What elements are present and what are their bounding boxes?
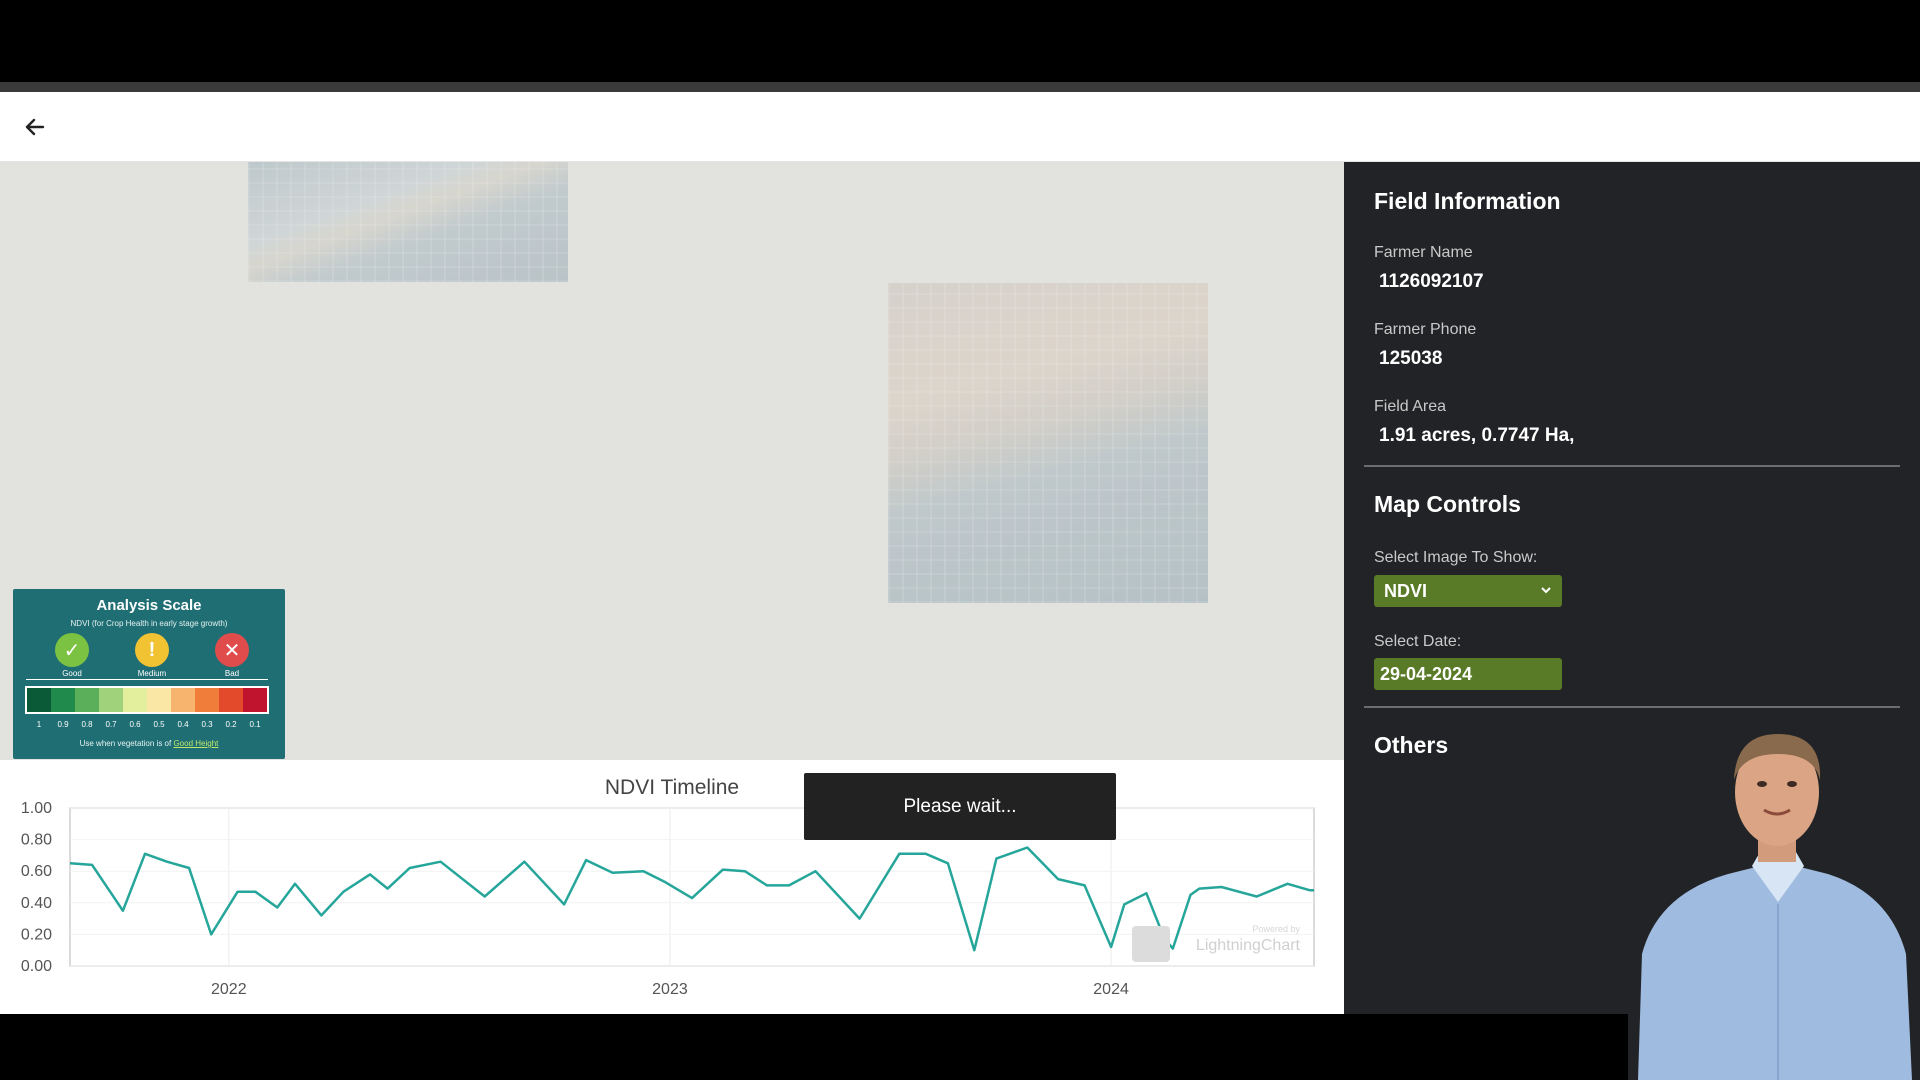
scale-swatch: [243, 688, 267, 712]
image-type-select[interactable]: NDVI: [1374, 575, 1562, 607]
scale-tick-label: 0.3: [201, 720, 213, 729]
ndvi-timeline-chart: NDVI Timeline 2022 2023 2024 1.00 0.80 0.60 0.…: [0, 760, 1344, 1014]
divider: [1364, 706, 1900, 708]
farmer-name-value: 1126092107: [1379, 271, 1484, 292]
scale-swatch: [195, 688, 219, 712]
scale-swatch: [171, 688, 195, 712]
medium-label: Medium: [137, 669, 167, 678]
arrow-left-icon: [25, 118, 45, 136]
satellite-tile: [248, 162, 568, 282]
video-top-bar: [0, 0, 1920, 82]
scale-tick-label: 0.8: [81, 720, 93, 729]
close-icon: ✕: [215, 633, 249, 667]
watermark-prefix: Powered by: [1252, 924, 1300, 934]
x-tick-label: 2023: [652, 981, 688, 998]
scale-swatch: [51, 688, 75, 712]
satellite-tile: [888, 283, 1208, 603]
y-tick-label: 0.40: [21, 895, 52, 912]
analysis-scale-legend: Analysis Scale NDVI (for Crop Health in …: [13, 589, 285, 759]
analysis-scale-title: Analysis Scale: [96, 597, 202, 614]
x-tick-label: 2022: [211, 981, 247, 998]
loading-toast: Please wait...: [804, 773, 1116, 840]
good-label: Good: [62, 669, 82, 678]
scale-tick-label: 0.6: [129, 720, 141, 729]
y-tick-label: 0.80: [21, 832, 52, 849]
back-button[interactable]: [18, 110, 52, 144]
select-date-label: Select Date:: [1374, 633, 1462, 650]
y-tick-label: 1.00: [21, 800, 52, 817]
app-header: [0, 92, 1920, 162]
scale-axis: [26, 679, 268, 680]
scale-swatch: [147, 688, 171, 712]
field-information-title: Field Information: [1374, 188, 1561, 214]
watermark-logo-icon: [1132, 926, 1170, 962]
scale-tick-label: 1: [36, 720, 42, 729]
divider: [1364, 465, 1900, 467]
chevron-down-icon: [1541, 587, 1551, 594]
good-height-link[interactable]: Good Height: [173, 739, 218, 748]
date-value: 29-04-2024: [1380, 663, 1473, 684]
chart-plot[interactable]: 2022 2023 2024 1.00 0.80 0.60 0.40 0.20 0.00 Powe…: [0, 760, 1344, 1014]
scale-swatch: [123, 688, 147, 712]
progress-line: [0, 82, 1920, 92]
analysis-scale-subtitle: NDVI (for Crop Health in early stage gro…: [70, 619, 228, 628]
scale-tick-label: 0.5: [153, 720, 165, 729]
y-tick-label: 0.20: [21, 926, 52, 943]
field-area-label: Field Area: [1374, 398, 1447, 415]
scale-tick-label: 0.1: [249, 720, 261, 729]
y-tick-label: 0.00: [21, 958, 52, 975]
bad-label: Bad: [224, 669, 240, 678]
scale-swatch: [219, 688, 243, 712]
scale-swatch: [99, 688, 123, 712]
farmer-phone-label: Farmer Phone: [1374, 321, 1477, 338]
plot-frame: [69, 807, 1315, 967]
scale-tick-label: 0.9: [57, 720, 69, 729]
check-icon: ✓: [55, 633, 89, 667]
ndvi-color-scale: [25, 686, 269, 714]
x-tick-label: 2024: [1093, 981, 1129, 998]
scale-tick-label: 0.7: [105, 720, 117, 729]
map-controls-title: Map Controls: [1374, 491, 1521, 517]
video-bottom-bar: [0, 1014, 1628, 1080]
map-view[interactable]: Analysis Scale NDVI (for Crop Health in …: [0, 162, 1344, 760]
field-area-value: 1.91 acres, 0.7747 Ha,: [1379, 425, 1575, 446]
presenter-video-overlay: [1628, 724, 1920, 1080]
date-select[interactable]: 29-04-2024: [1374, 658, 1562, 690]
y-tick-label: 0.60: [21, 863, 52, 880]
watermark-text: LightningChart: [1196, 937, 1301, 954]
others-title: Others: [1374, 732, 1449, 758]
scale-tick-label: 0.4: [177, 720, 189, 729]
select-image-label: Select Image To Show:: [1374, 549, 1538, 566]
scale-swatch: [75, 688, 99, 712]
scale-tick-label: 0.2: [225, 720, 237, 729]
scale-swatch: [27, 688, 51, 712]
farmer-name-label: Farmer Name: [1374, 244, 1473, 261]
scale-footer: Use when vegetation is of Good Height: [79, 739, 219, 748]
image-type-value: NDVI: [1384, 580, 1428, 601]
warning-icon: !: [135, 633, 169, 667]
farmer-phone-value: 125038: [1379, 348, 1443, 369]
